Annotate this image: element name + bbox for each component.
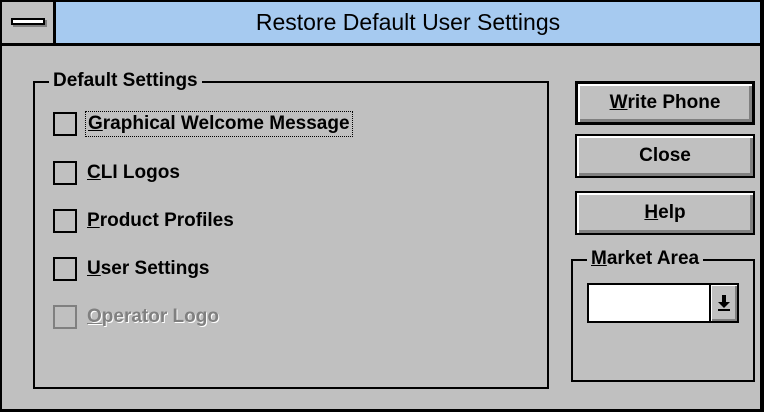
checkbox-box[interactable] xyxy=(53,209,77,233)
checkbox-label: Product Profiles xyxy=(87,210,234,231)
checkbox-box[interactable] xyxy=(53,161,77,185)
checkbox-box[interactable] xyxy=(53,257,77,281)
checkbox-box[interactable] xyxy=(53,112,77,136)
checkbox-label: User Settings xyxy=(87,258,210,279)
help-button[interactable]: Help xyxy=(575,191,755,235)
dropdown-arrow-button[interactable] xyxy=(709,285,737,321)
market-area-label: Market Area xyxy=(587,247,704,271)
close-button[interactable]: Close xyxy=(575,134,755,178)
checkbox-label: Graphical Welcome Message xyxy=(85,111,353,137)
checkbox-product-profiles[interactable]: Product Profiles xyxy=(53,207,236,235)
market-area-dropdown[interactable] xyxy=(587,283,739,323)
arrow-down-icon xyxy=(718,295,730,311)
title-bar: Restore Default User Settings xyxy=(2,2,760,46)
checkbox-label: CLI Logos xyxy=(87,162,180,183)
market-area-group: Market Area xyxy=(571,247,755,382)
window-title: Restore Default User Settings xyxy=(255,9,561,35)
checkbox-graphical-welcome-message[interactable]: Graphical Welcome Message xyxy=(53,110,353,138)
default-settings-group: Default Settings Graphical Welcome Messa… xyxy=(33,69,549,389)
system-menu-icon xyxy=(11,18,45,25)
dialog-window: Restore Default User Settings Default Se… xyxy=(0,0,764,412)
checkbox-cli-logos[interactable]: CLI Logos xyxy=(53,159,182,187)
default-settings-label: Default Settings xyxy=(49,69,202,93)
checkbox-operator-logo: Operator Logo xyxy=(53,303,221,331)
checkbox-user-settings[interactable]: User Settings xyxy=(53,255,212,283)
system-menu-button[interactable] xyxy=(2,2,56,43)
checkbox-box xyxy=(53,305,77,329)
checkbox-label: Operator Logo xyxy=(87,306,219,327)
write-phone-button[interactable]: Write Phone xyxy=(575,81,755,125)
